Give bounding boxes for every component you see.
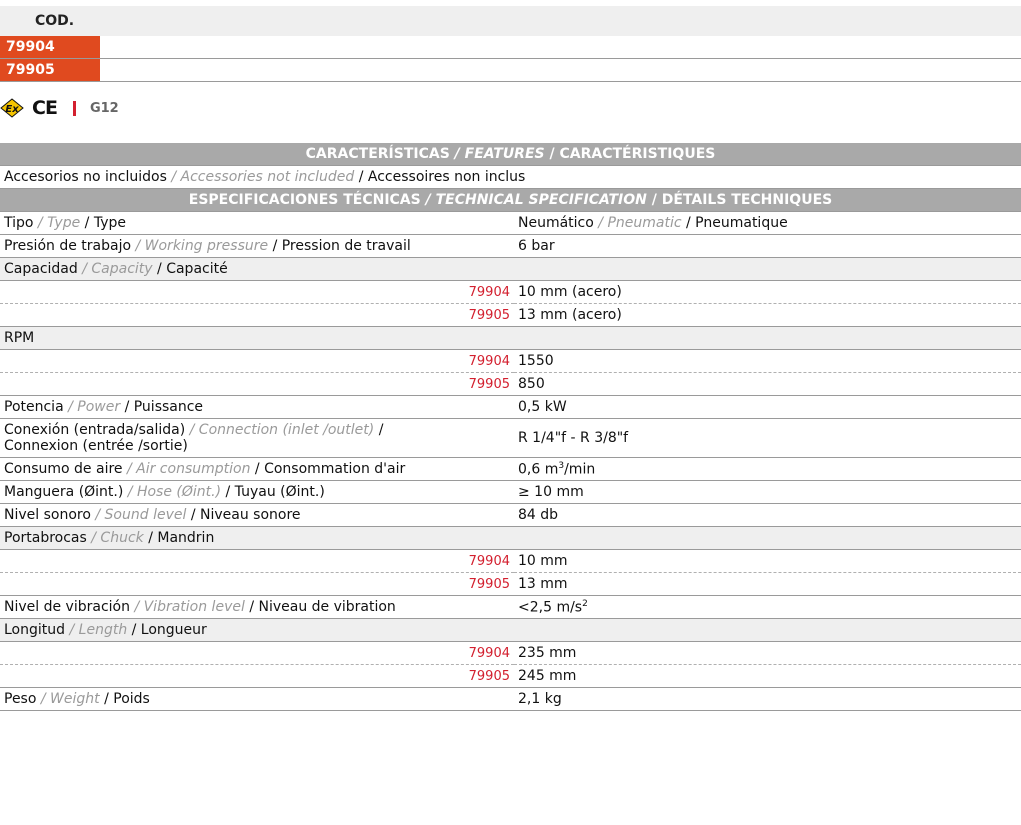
code-row: 79905 (0, 59, 1021, 82)
spec-row-weight: Peso / Weight / Poids 2,1 kg (0, 687, 1021, 711)
spec-group-length: Longitud / Length / Longueur (0, 618, 1021, 642)
code-header: COD. (0, 6, 1021, 36)
red-divider (72, 100, 76, 116)
code-header-label: COD. (35, 13, 75, 29)
header-fr: / DÉTAILS TECHNIQUES (651, 192, 833, 208)
svg-text:Ex: Ex (5, 104, 19, 115)
header-es: ESPECIFICACIONES TÉCNICAS (188, 192, 421, 208)
header-es: CARACTERÍSTICAS (305, 146, 450, 162)
product-spec-sheet: COD. 79904 79905 Ex CE G12 CARACTERÍSTIC… (0, 0, 1021, 825)
spec-row-sound: Nivel sonoro / Sound level / Niveau sono… (0, 503, 1021, 527)
feature-row: Accesorios no incluidos / Accessories no… (0, 165, 1021, 189)
spec-row-vibration: Nivel de vibración / Vibration level / N… (0, 595, 1021, 619)
spec-row-connection: Conexión (entrada/salida) / Connection (… (0, 418, 1021, 458)
spec-subrow: 79905 245 mm (0, 664, 1021, 688)
spec-row-air-consumption: Consumo de aire / Air consumption / Cons… (0, 457, 1021, 481)
spec-subrow: 79905 13 mm (acero) (0, 303, 1021, 327)
spec-row-pressure: Presión de trabajo / Working pressure / … (0, 234, 1021, 258)
ce-mark: CE (32, 97, 58, 119)
code-cell: 79904 (0, 36, 100, 58)
code-cell: 79905 (0, 59, 100, 81)
spec-subrow: 79904 235 mm (0, 641, 1021, 665)
spec-subrow: 79904 10 mm (0, 549, 1021, 573)
header-en: / TECHNICAL SPECIFICATION (425, 192, 647, 208)
atex-ex-icon: Ex (0, 98, 24, 118)
spec-subrow: 79905 13 mm (0, 572, 1021, 596)
code-row: 79904 (0, 36, 1021, 59)
spec-group-chuck: Portabrocas / Chuck / Mandrin (0, 526, 1021, 550)
specs-header: ESPECIFICACIONES TÉCNICAS / TECHNICAL SP… (0, 188, 1021, 212)
spec-row-power: Potencia / Power / Puissance 0,5 kW (0, 395, 1021, 419)
group-label: G12 (89, 100, 119, 116)
spec-subrow: 79904 1550 (0, 349, 1021, 373)
spec-group-capacity: Capacidad / Capacity / Capacité (0, 257, 1021, 281)
spec-row-type: Tipo / Type / Type Neumático / Pneumatic… (0, 211, 1021, 235)
spec-table: CARACTERÍSTICAS / FEATURES / CARACTÉRIST… (0, 143, 1021, 711)
spec-row-hose: Manguera (Øint.) / Hose (Øint.) / Tuyau … (0, 480, 1021, 504)
spec-group-rpm: RPM (0, 326, 1021, 350)
header-en: / FEATURES (454, 146, 545, 162)
features-header: CARACTERÍSTICAS / FEATURES / CARACTÉRIST… (0, 143, 1021, 166)
spec-subrow: 79905 850 (0, 372, 1021, 396)
spec-subrow: 79904 10 mm (acero) (0, 280, 1021, 304)
header-fr: / CARACTÉRISTIQUES (549, 146, 716, 162)
certification-marks: Ex CE G12 (0, 96, 119, 120)
